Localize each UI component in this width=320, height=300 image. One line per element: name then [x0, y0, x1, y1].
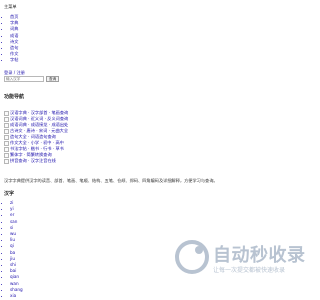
watermark: 自动秒收录 让每一次提交都被快速收录: [175, 232, 305, 288]
broken-image-icon: [4, 116, 9, 122]
watermark-logo-icon: [175, 240, 209, 274]
broken-image-icon: [4, 134, 9, 140]
function-item[interactable]: 拼音查询 · 汉字注音在线: [4, 158, 124, 164]
broken-image-icon: [4, 122, 9, 128]
broken-image-icon: [4, 152, 9, 158]
hanzi-list: ziyiersansiwuliuqibajiushibaiqianwanshan…: [4, 200, 54, 299]
main-nav: 首页字典词典成语诗文造句作文字帖: [4, 14, 64, 64]
search-button[interactable]: 查询: [46, 76, 60, 82]
section-title-hanzi: 汉字: [4, 191, 15, 197]
section-title-functions: 功能导航: [4, 94, 25, 100]
broken-image-icon: [4, 158, 9, 164]
broken-image-icon: [4, 110, 9, 116]
page-root: 主菜单 首页字典词典成语诗文造句作文字帖 登录 / 注册 查询 功能导航 汉语字…: [0, 0, 305, 300]
broken-image-icon: [4, 140, 9, 146]
search-input[interactable]: [4, 76, 44, 82]
menu-title: 主菜单: [4, 4, 17, 9]
search-bar: 查询: [4, 76, 60, 82]
broken-image-icon: [4, 128, 9, 134]
nav-item[interactable]: 字帖: [10, 57, 64, 63]
broken-image-icon: [4, 146, 9, 152]
description-text: 汉字字典提供汉字的读音、部首、笔画、笔顺、结构、五笔、仓颉、郑码、四角编码及详细…: [4, 178, 218, 183]
function-list: 汉语字典 · 汉字部首 · 笔画查询 汉语词典 · 近义词 · 反义词查询 成语词典…: [4, 110, 124, 164]
function-item-label: 拼音查询 · 汉字注音在线: [10, 157, 56, 163]
hanzi-item[interactable]: xia: [10, 293, 54, 299]
watermark-title: 自动秒收录: [213, 245, 306, 266]
watermark-subtitle: 让每一次提交都被快速收录: [213, 267, 286, 274]
